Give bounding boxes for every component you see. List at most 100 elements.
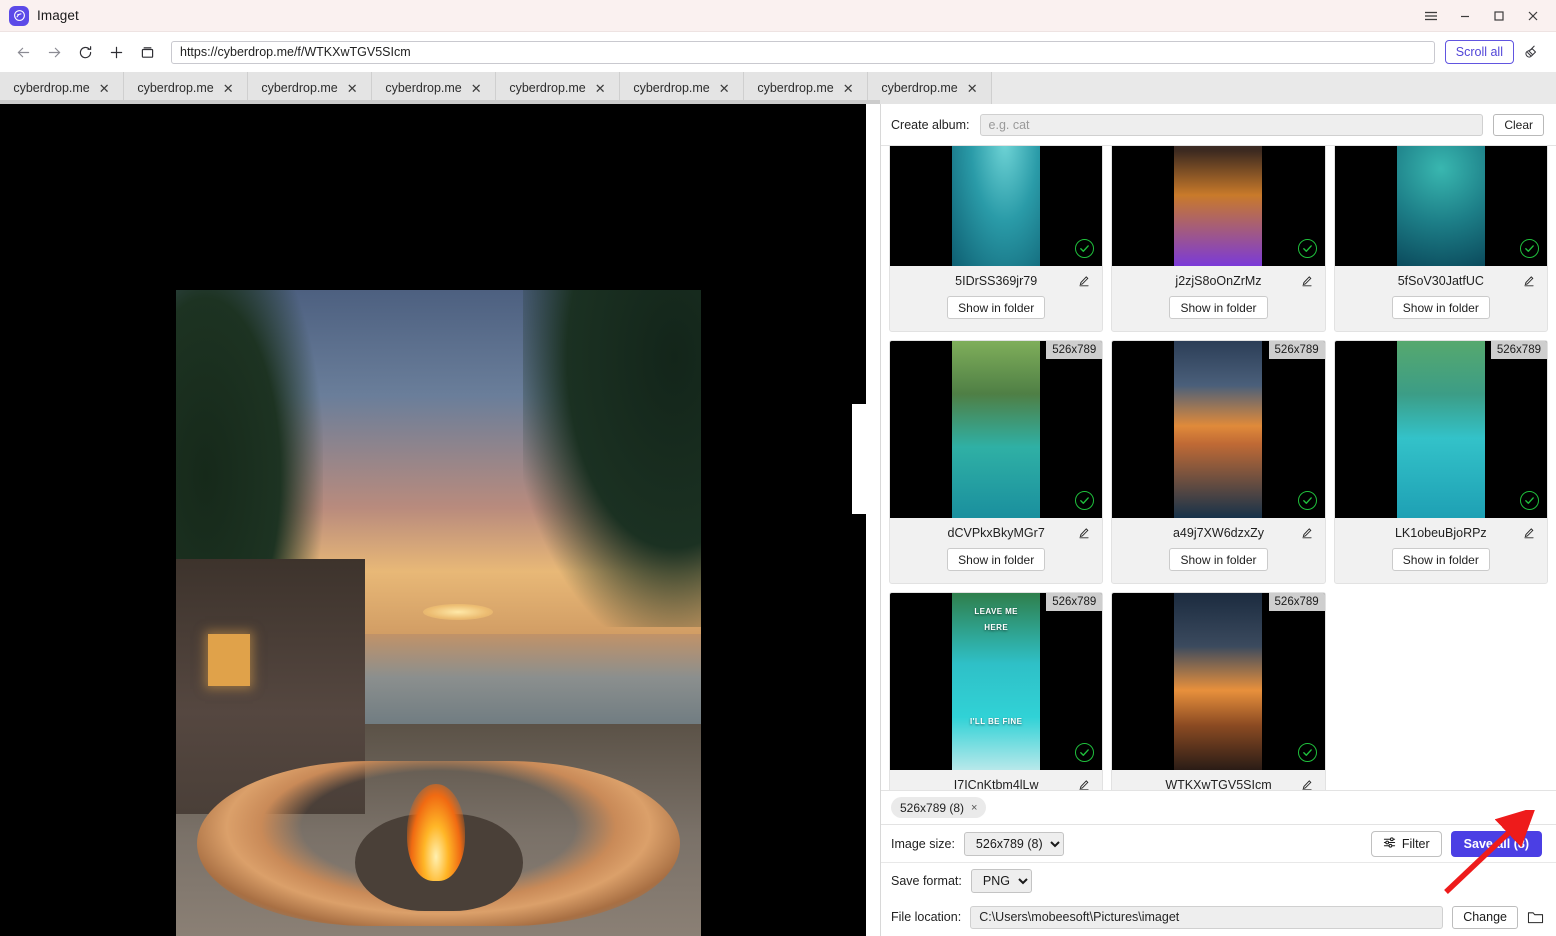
image-card[interactable]: 526x789 LK1obeuBjoRPz Show bbox=[1334, 340, 1548, 584]
image-thumbnail[interactable]: 526x789 bbox=[890, 341, 1102, 518]
image-card[interactable]: j2zjS8oOnZrMz Show in folder bbox=[1111, 146, 1325, 332]
image-thumbnail[interactable] bbox=[1335, 146, 1547, 266]
image-card-meta: WTKXwTGV5SIcm bbox=[1112, 770, 1324, 790]
image-card-actions: Show in folder bbox=[890, 296, 1102, 331]
broom-clean-icon[interactable] bbox=[1514, 36, 1548, 68]
tab-label: cyberdrop.me bbox=[633, 81, 709, 95]
filter-button-label: Filter bbox=[1402, 837, 1430, 851]
open-folder-icon[interactable] bbox=[1527, 910, 1544, 925]
hamburger-menu-icon[interactable] bbox=[1414, 0, 1448, 32]
selected-check-icon[interactable] bbox=[1520, 239, 1539, 258]
image-card[interactable]: 5IDrSS369jr79 Show in folder bbox=[889, 146, 1103, 332]
image-size-select[interactable]: 526x789 (8) bbox=[964, 832, 1064, 856]
tab-close-icon[interactable]: ✕ bbox=[967, 82, 978, 95]
image-name: 5IDrSS369jr79 bbox=[955, 274, 1037, 288]
create-album-input[interactable] bbox=[980, 114, 1484, 136]
page-hero-image bbox=[176, 290, 701, 936]
image-card[interactable]: 526x789 WTKXwTGV5SIcm Show bbox=[1111, 592, 1325, 790]
image-card-actions: Show in folder bbox=[1112, 296, 1324, 331]
tab-close-icon[interactable]: ✕ bbox=[719, 82, 730, 95]
file-location-input[interactable] bbox=[970, 906, 1443, 929]
size-badge: 526x789 bbox=[1046, 593, 1102, 611]
filter-button[interactable]: Filter bbox=[1371, 831, 1442, 857]
filter-chip[interactable]: 526x789 (8) × bbox=[891, 797, 986, 818]
image-card-actions: Show in folder bbox=[890, 548, 1102, 583]
image-name: WTKXwTGV5SIcm bbox=[1165, 778, 1271, 790]
url-bar[interactable]: https://cyberdrop.me/f/WTKXwTGV5SIcm bbox=[171, 41, 1435, 64]
image-thumbnail[interactable]: 526x789 bbox=[1112, 593, 1324, 770]
reload-icon[interactable] bbox=[70, 37, 101, 68]
image-card-actions: Show in folder bbox=[1112, 548, 1324, 583]
selected-check-icon[interactable] bbox=[1298, 743, 1317, 762]
imaget-logo-icon bbox=[9, 6, 29, 26]
tab-close-icon[interactable]: ✕ bbox=[843, 82, 854, 95]
minimize-icon[interactable] bbox=[1448, 0, 1482, 32]
tab-close-icon[interactable]: ✕ bbox=[347, 82, 358, 95]
pencil-icon[interactable] bbox=[1078, 274, 1090, 292]
tab-manager-icon[interactable] bbox=[132, 37, 163, 68]
back-icon[interactable] bbox=[8, 37, 39, 68]
image-card[interactable]: LEAVE ME HERE I'LL BE FINE 526x789 I7ICn… bbox=[889, 592, 1103, 790]
web-page-view[interactable]: Auto Scroll bbox=[0, 104, 880, 936]
create-album-bar: Create album: Clear bbox=[881, 104, 1556, 146]
close-icon[interactable] bbox=[1516, 0, 1550, 32]
selected-check-icon[interactable] bbox=[1075, 491, 1094, 510]
selected-check-icon[interactable] bbox=[1298, 491, 1317, 510]
show-in-folder-button[interactable]: Show in folder bbox=[947, 548, 1045, 571]
save-format-select[interactable]: PNG bbox=[971, 869, 1032, 893]
size-badge: 526x789 bbox=[1269, 341, 1325, 359]
tab-label: cyberdrop.me bbox=[385, 81, 461, 95]
filter-chip-remove-icon[interactable]: × bbox=[971, 802, 977, 814]
image-thumbnail[interactable] bbox=[1112, 146, 1324, 266]
pencil-icon[interactable] bbox=[1301, 526, 1313, 544]
image-thumbnail[interactable]: 526x789 bbox=[1335, 341, 1547, 518]
show-in-folder-button[interactable]: Show in folder bbox=[1392, 548, 1490, 571]
pencil-icon[interactable] bbox=[1301, 778, 1313, 790]
image-thumbnail[interactable] bbox=[890, 146, 1102, 266]
image-card-meta: LK1obeuBjoRPz bbox=[1335, 518, 1547, 548]
pencil-icon[interactable] bbox=[1078, 526, 1090, 544]
clear-button[interactable]: Clear bbox=[1493, 114, 1544, 136]
show-in-folder-button[interactable]: Show in folder bbox=[1392, 296, 1490, 319]
image-card-meta: a49j7XW6dzxZy bbox=[1112, 518, 1324, 548]
webview-scrollbar[interactable] bbox=[852, 104, 866, 936]
show-in-folder-button[interactable]: Show in folder bbox=[947, 296, 1045, 319]
image-thumbnail[interactable]: 526x789 bbox=[1112, 341, 1324, 518]
show-in-folder-button[interactable]: Show in folder bbox=[1169, 548, 1267, 571]
tab-close-icon[interactable]: ✕ bbox=[223, 82, 234, 95]
tab-close-icon[interactable]: ✕ bbox=[99, 82, 110, 95]
image-card[interactable]: 526x789 a49j7XW6dzxZy Show bbox=[1111, 340, 1325, 584]
app-branding: Imaget bbox=[0, 6, 79, 26]
image-card[interactable]: 5fSoV30JatfUC Show in folder bbox=[1334, 146, 1548, 332]
image-card-meta: j2zjS8oOnZrMz bbox=[1112, 266, 1324, 296]
pencil-icon[interactable] bbox=[1523, 274, 1535, 292]
active-filter-chips: 526x789 (8) × bbox=[881, 790, 1556, 824]
selected-check-icon[interactable] bbox=[1520, 491, 1539, 510]
change-location-button[interactable]: Change bbox=[1452, 906, 1518, 929]
tab-close-icon[interactable]: ✕ bbox=[595, 82, 606, 95]
url-text: https://cyberdrop.me/f/WTKXwTGV5SIcm bbox=[180, 45, 411, 59]
selected-check-icon[interactable] bbox=[1298, 239, 1317, 258]
image-card[interactable]: 526x789 dCVPkxBkyMGr7 Show bbox=[889, 340, 1103, 584]
selected-check-icon[interactable] bbox=[1075, 743, 1094, 762]
tab-close-icon[interactable]: ✕ bbox=[471, 82, 482, 95]
image-results-grid-area: 5IDrSS369jr79 Show in folder bbox=[881, 146, 1556, 790]
save-all-button[interactable]: Save all (8) bbox=[1451, 831, 1542, 857]
scroll-all-button[interactable]: Scroll all bbox=[1445, 40, 1514, 64]
imaget-app-window: Imaget bbox=[0, 0, 1556, 936]
pencil-icon[interactable] bbox=[1078, 778, 1090, 790]
new-tab-icon[interactable] bbox=[101, 37, 132, 68]
browser-tab[interactable]: cyberdrop.me ✕ bbox=[868, 72, 992, 104]
title-bar: Imaget bbox=[0, 0, 1556, 32]
webview-scrollbar-thumb[interactable] bbox=[852, 404, 866, 514]
tab-label: cyberdrop.me bbox=[137, 81, 213, 95]
selected-check-icon[interactable] bbox=[1075, 239, 1094, 258]
forward-icon[interactable] bbox=[39, 37, 70, 68]
main-split: Auto Scroll Create album: Clear bbox=[0, 104, 1556, 936]
pencil-icon[interactable] bbox=[1523, 526, 1535, 544]
image-thumbnail[interactable]: LEAVE ME HERE I'LL BE FINE 526x789 bbox=[890, 593, 1102, 770]
tab-label: cyberdrop.me bbox=[13, 81, 89, 95]
show-in-folder-button[interactable]: Show in folder bbox=[1169, 296, 1267, 319]
maximize-icon[interactable] bbox=[1482, 0, 1516, 32]
pencil-icon[interactable] bbox=[1301, 274, 1313, 292]
